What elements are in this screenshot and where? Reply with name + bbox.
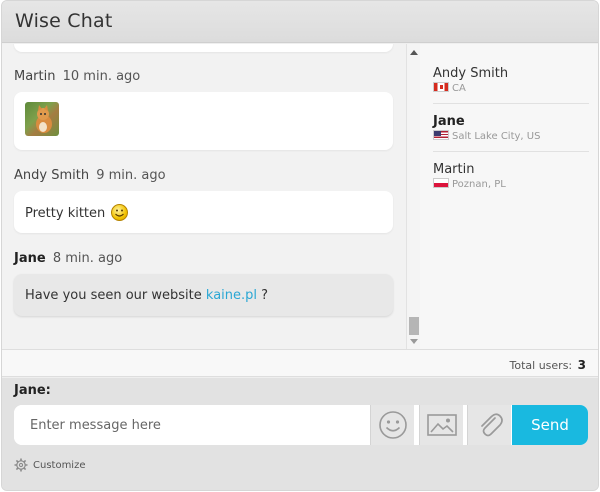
user-name: Martin — [433, 162, 475, 177]
message-link[interactable]: kaine.pl — [206, 288, 257, 303]
smiley-icon — [378, 411, 407, 439]
messages-pane[interactable]: Martin 10 min. ago Andy Smith 9 min. ago… — [2, 44, 406, 349]
title-bar: Wise Chat — [2, 1, 598, 43]
message-text-wrap: Pretty kitten — [25, 204, 129, 221]
scroll-up-arrow-icon[interactable] — [410, 50, 418, 55]
message-text: Have you seen our website — [25, 288, 202, 303]
message-time: 10 min. ago — [62, 69, 141, 84]
user-item[interactable]: Jane Salt Lake City, US — [433, 92, 589, 142]
emoticon-button[interactable] — [370, 405, 414, 445]
send-button[interactable]: Send — [512, 405, 588, 445]
message-bubble-own: Have you seen our website kaine.pl ? — [14, 274, 393, 316]
message-author: Jane — [14, 251, 46, 266]
gear-icon — [14, 458, 28, 472]
message-author: Martin — [14, 69, 56, 84]
usa-flag-icon — [433, 130, 449, 140]
scroll-thumb[interactable] — [409, 317, 419, 335]
total-users: Total users: 3 — [510, 358, 586, 372]
message-header: Andy Smith 9 min. ago — [14, 168, 393, 186]
user-name: Andy Smith — [433, 66, 509, 81]
smile-icon — [111, 204, 129, 221]
message-composer: Jane: Enter message here Send Customize — [2, 378, 598, 490]
user-location: Poznan, PL — [433, 178, 506, 190]
attachment-button[interactable] — [467, 405, 511, 445]
message-author: Andy Smith — [14, 168, 90, 183]
user-item[interactable]: Andy Smith CA — [433, 44, 589, 94]
users-total-bar: Total users: 3 — [2, 350, 598, 377]
scroll-down-arrow-icon[interactable] — [410, 339, 418, 344]
user-item[interactable]: Martin Poznan, PL — [433, 140, 589, 190]
current-user-name: Jane: — [14, 383, 51, 398]
total-users-count: 3 — [577, 358, 586, 372]
chat-window: Wise Chat Martin 10 min. ago Andy Smith … — [1, 0, 599, 491]
cat-image[interactable] — [25, 102, 59, 136]
window-title: Wise Chat — [15, 10, 113, 32]
message-bubble: Pretty kitten — [14, 191, 393, 233]
message-header: Jane 8 min. ago — [14, 251, 393, 269]
message-time: 8 min. ago — [52, 251, 123, 266]
paperclip-icon — [480, 413, 503, 437]
customize-label: Customize — [33, 459, 86, 471]
input-bar: Send — [14, 405, 588, 445]
users-list: Andy Smith CA Jane Salt Lake City, US Ma… — [420, 44, 598, 349]
messages-scrollbar[interactable] — [406, 44, 420, 349]
message-input[interactable] — [14, 405, 370, 445]
canada-flag-icon — [433, 82, 449, 92]
poland-flag-icon — [433, 178, 449, 188]
image-upload-button[interactable] — [419, 405, 463, 445]
message-bubble — [14, 92, 393, 150]
message-header: Martin 10 min. ago — [14, 69, 393, 87]
message-text-wrap: Have you seen our website kaine.pl ? — [25, 288, 268, 303]
user-name: Jane — [433, 114, 465, 129]
user-location-text: Poznan, PL — [452, 179, 506, 190]
image-icon — [426, 414, 457, 436]
message-item: Martin 10 min. ago — [14, 69, 393, 87]
message-text-after: ? — [261, 288, 269, 303]
message-bubble-partial — [14, 44, 393, 52]
message-text: Pretty kitten — [25, 206, 106, 221]
total-users-label: Total users: — [509, 359, 573, 372]
message-item: Jane 8 min. ago — [14, 251, 393, 269]
customize-link[interactable]: Customize — [14, 458, 86, 472]
message-time: 9 min. ago — [96, 168, 166, 183]
message-item: Andy Smith 9 min. ago — [14, 168, 393, 186]
cat-picture — [36, 105, 52, 133]
